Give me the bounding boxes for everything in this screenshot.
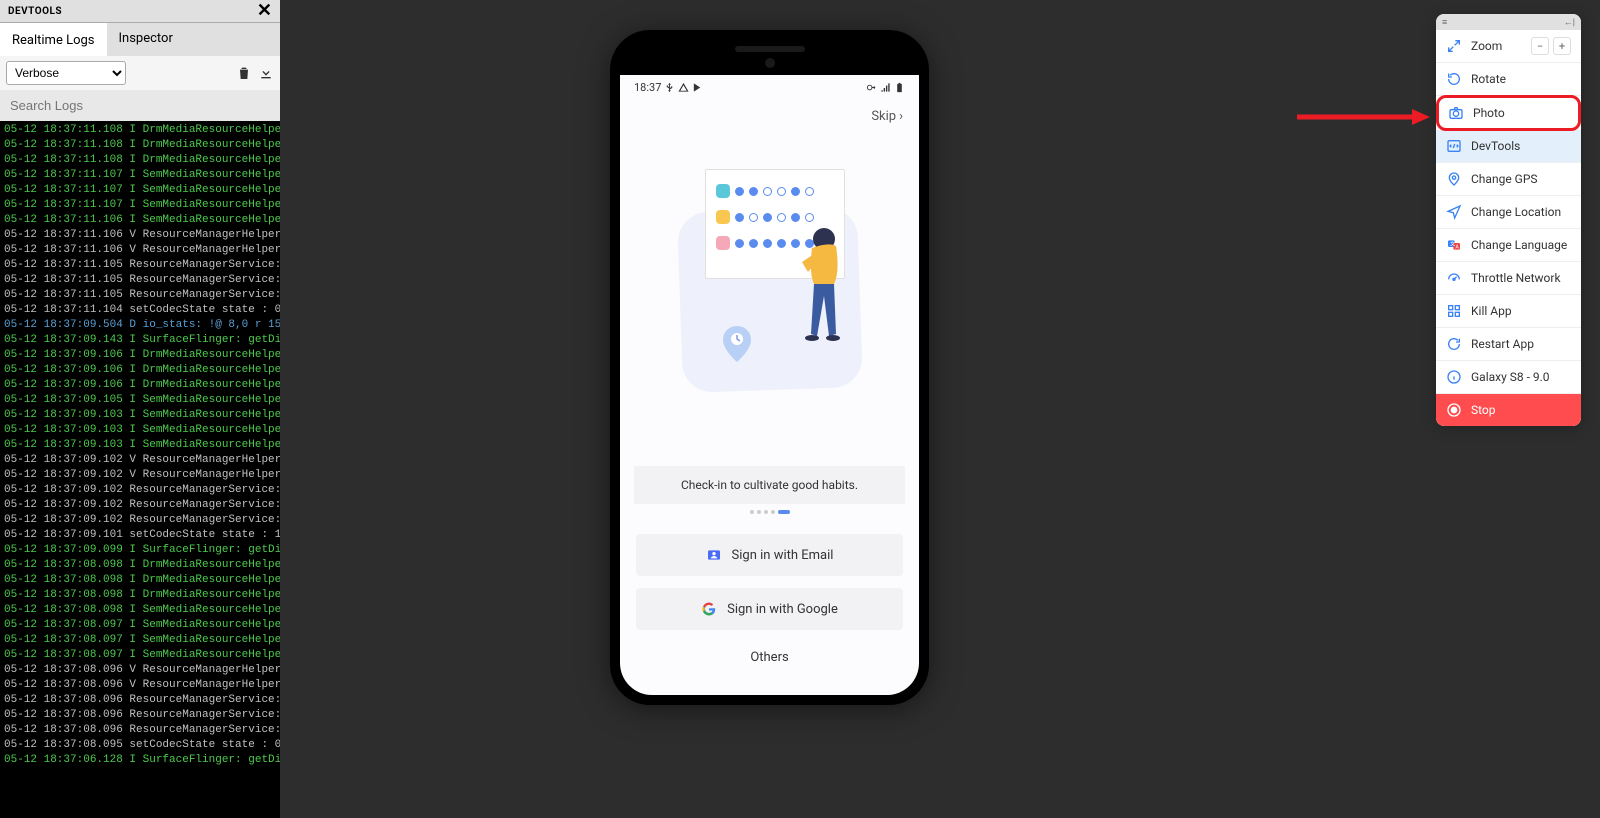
skip-label: Skip xyxy=(871,109,896,124)
gps-pin-icon xyxy=(1446,171,1462,187)
restart-icon xyxy=(1446,336,1462,352)
trash-icon[interactable] xyxy=(236,65,252,81)
person-illustration xyxy=(794,224,849,344)
change-language-button[interactable]: 文A Change Language xyxy=(1436,229,1581,262)
play-store-icon xyxy=(692,82,703,93)
devtools-tabs: Realtime Logs Inspector xyxy=(0,23,280,56)
devtools-header: DEVTOOLS ✕ xyxy=(0,0,280,23)
kill-app-label: Kill App xyxy=(1471,304,1512,318)
rotate-button[interactable]: Rotate xyxy=(1436,63,1581,96)
log-level-select[interactable]: Verbose xyxy=(6,61,126,85)
tab-inspector[interactable]: Inspector xyxy=(107,23,185,56)
language-icon: 文A xyxy=(1446,237,1462,253)
grid-icon xyxy=(1446,303,1462,319)
onboarding-caption: Check-in to cultivate good habits. xyxy=(634,466,905,504)
usb-icon xyxy=(664,82,675,93)
svg-text:A: A xyxy=(1455,244,1459,250)
phone-camera xyxy=(765,58,775,68)
onboarding-illustration xyxy=(620,134,919,466)
change-language-label: Change Language xyxy=(1471,238,1567,252)
control-panel: ≡ ←| Zoom − + Rotate Photo DevTools Chan… xyxy=(1436,14,1581,426)
restart-app-button[interactable]: Restart App xyxy=(1436,328,1581,361)
restart-app-label: Restart App xyxy=(1471,337,1534,351)
rotate-label: Rotate xyxy=(1471,72,1506,86)
close-icon[interactable]: ✕ xyxy=(257,2,272,20)
throttle-network-button[interactable]: Throttle Network xyxy=(1436,262,1581,295)
search-input[interactable] xyxy=(4,94,276,117)
phone-speaker xyxy=(735,46,805,52)
battery-icon xyxy=(894,82,905,93)
expand-icon xyxy=(1446,38,1462,54)
panel-titlebar[interactable]: ≡ ←| xyxy=(1436,14,1581,30)
others-link[interactable]: Others xyxy=(620,636,919,695)
zoom-label: Zoom xyxy=(1471,39,1502,53)
email-icon xyxy=(706,547,722,563)
devtools-button[interactable]: DevTools xyxy=(1436,130,1581,163)
google-icon xyxy=(701,601,717,617)
change-gps-label: Change GPS xyxy=(1471,172,1538,186)
signin-email-label: Sign in with Email xyxy=(732,548,834,563)
zoom-out-button[interactable]: − xyxy=(1531,37,1549,55)
tab-realtime-logs[interactable]: Realtime Logs xyxy=(0,23,107,56)
status-right xyxy=(866,82,905,93)
zoom-control: Zoom − + xyxy=(1436,30,1581,63)
kill-app-button[interactable]: Kill App xyxy=(1436,295,1581,328)
skip-row: Skip › xyxy=(620,99,919,134)
drag-handle-icon[interactable]: ≡ xyxy=(1442,17,1447,28)
stop-button[interactable]: Stop xyxy=(1436,394,1581,426)
zoom-in-button[interactable]: + xyxy=(1553,37,1571,55)
device-info-label: Galaxy S8 - 9.0 xyxy=(1471,370,1550,384)
phone-frame: 18:37 Skip › xyxy=(610,30,929,705)
devtools-label: DevTools xyxy=(1471,139,1520,153)
info-icon xyxy=(1446,369,1462,385)
navigate-icon xyxy=(1446,204,1462,220)
photo-button[interactable]: Photo xyxy=(1436,95,1581,131)
skip-button[interactable]: Skip › xyxy=(871,109,903,124)
speedometer-icon xyxy=(1446,270,1462,286)
photo-label: Photo xyxy=(1473,106,1505,120)
status-bar: 18:37 xyxy=(620,75,919,99)
download-icon[interactable] xyxy=(258,65,274,81)
change-gps-button[interactable]: Change GPS xyxy=(1436,163,1581,196)
signin-email-button[interactable]: Sign in with Email xyxy=(636,534,903,576)
stop-label: Stop xyxy=(1471,403,1496,417)
rotate-icon xyxy=(1446,71,1462,87)
change-location-label: Change Location xyxy=(1471,205,1561,219)
vpn-icon xyxy=(866,82,877,93)
status-left: 18:37 xyxy=(634,81,703,94)
stop-record-icon xyxy=(1446,402,1462,418)
camera-icon xyxy=(1448,105,1464,121)
device-info-button[interactable]: Galaxy S8 - 9.0 xyxy=(1436,361,1581,394)
devtools-icon xyxy=(1446,138,1462,154)
devtools-panel: DEVTOOLS ✕ Realtime Logs Inspector Verbo… xyxy=(0,0,280,818)
chevron-right-icon: › xyxy=(899,109,903,124)
devtools-toolbar: Verbose xyxy=(0,56,280,90)
collapse-icon[interactable]: ←| xyxy=(1564,17,1575,28)
change-location-button[interactable]: Change Location xyxy=(1436,196,1581,229)
warning-icon xyxy=(678,82,689,93)
page-indicator xyxy=(620,504,919,528)
throttle-network-label: Throttle Network xyxy=(1471,271,1561,285)
signin-google-button[interactable]: Sign in with Google xyxy=(636,588,903,630)
signal-icon xyxy=(880,82,891,93)
status-time: 18:37 xyxy=(634,81,661,94)
log-search xyxy=(0,90,280,121)
log-output[interactable]: 05-12 18:37:11.108 I DrmMediaResourceHel… xyxy=(0,121,280,818)
annotation-arrow xyxy=(1297,107,1430,127)
devtools-title: DEVTOOLS xyxy=(8,6,62,17)
location-pin-icon xyxy=(720,324,754,364)
signin-google-label: Sign in with Google xyxy=(727,602,838,617)
phone-screen: 18:37 Skip › xyxy=(620,75,919,695)
